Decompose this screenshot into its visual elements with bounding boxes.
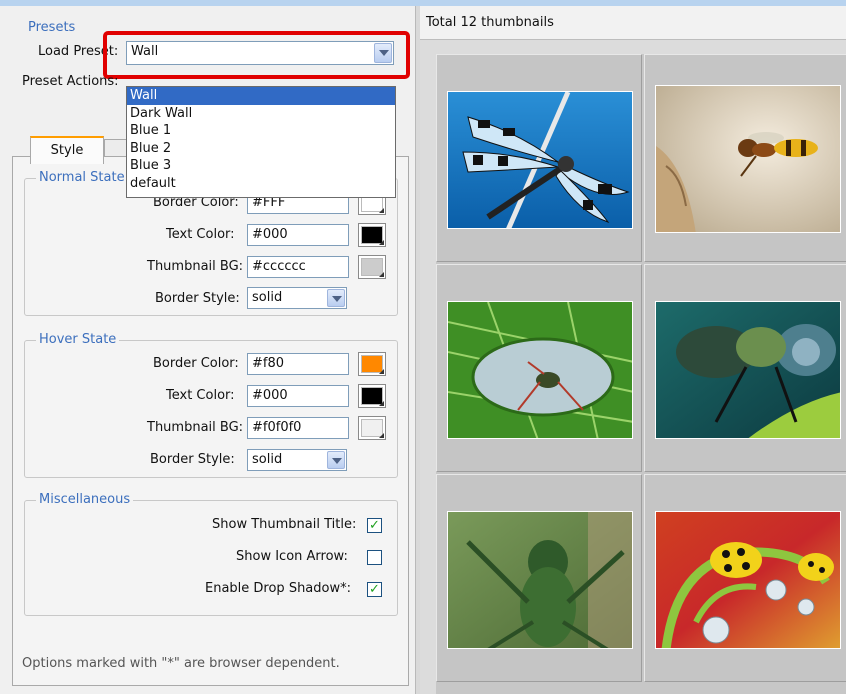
thumbnail-cell-ladybugs[interactable] <box>644 474 846 682</box>
hover-state-title: Hover State <box>36 332 120 347</box>
thumbnail-image-dragonfly-closeup[interactable] <box>655 301 841 439</box>
preset-option-default[interactable]: default <box>127 175 395 193</box>
show-title-label: Show Thumbnail Title: <box>212 517 357 532</box>
thumbnail-cell-grasshopper[interactable] <box>436 474 642 682</box>
normal-thumb-bg-input[interactable]: #cccccc <box>247 256 349 278</box>
drop-shadow-label: Enable Drop Shadow*: <box>205 581 351 596</box>
hover-thumb-bg-input[interactable]: #f0f0f0 <box>247 417 349 439</box>
gallery-panel: Total 12 thumbnails <box>420 6 846 694</box>
hover-border-color-input[interactable]: #f80 <box>247 353 349 375</box>
normal-text-color-input[interactable]: #000 <box>247 224 349 246</box>
show-arrow-checkbox[interactable] <box>367 550 382 565</box>
drop-shadow-checkbox[interactable]: ✓ <box>367 582 382 597</box>
thumbnail-grid <box>436 54 846 694</box>
thumbnail-cell-grasshopper-on-leaf[interactable] <box>436 264 642 472</box>
thumbnail-cell-wasp[interactable] <box>644 54 846 262</box>
show-arrow-label: Show Icon Arrow: <box>236 549 348 564</box>
show-title-checkbox[interactable]: ✓ <box>367 518 382 533</box>
gallery-header: Total 12 thumbnails <box>420 6 846 40</box>
footer-note: Options marked with "*" are browser depe… <box>22 656 340 671</box>
normal-thumb-bg-swatch[interactable] <box>358 255 386 279</box>
hover-border-style-select[interactable]: solid <box>247 449 347 471</box>
misc-title: Miscellaneous <box>36 492 134 507</box>
hover-border-style-label: Border Style: <box>150 452 235 467</box>
thumbnail-image-dragonfly[interactable] <box>447 91 633 229</box>
hover-text-color-swatch[interactable] <box>358 384 386 408</box>
preset-actions-label: Preset Actions: <box>22 74 119 89</box>
hover-thumb-bg-swatch[interactable] <box>358 416 386 440</box>
preset-option-blue-1[interactable]: Blue 1 <box>127 122 395 140</box>
thumbnail-count: Total 12 thumbnails <box>426 15 554 30</box>
preset-option-wall[interactable]: Wall <box>127 87 395 105</box>
preset-dropdown-list: Wall Dark Wall Blue 1 Blue 2 Blue 3 defa… <box>126 86 396 198</box>
normal-border-style-select[interactable]: solid <box>247 287 347 309</box>
settings-panel: Presets Load Preset: Wall Preset Actions… <box>0 6 416 694</box>
hover-border-style-value: solid <box>252 452 283 467</box>
preset-option-dark-wall[interactable]: Dark Wall <box>127 105 395 123</box>
normal-border-style-label: Border Style: <box>155 291 240 306</box>
hover-border-color-swatch[interactable] <box>358 352 386 376</box>
hover-thumb-bg-label: Thumbnail BG: <box>147 420 244 435</box>
preset-option-blue-3[interactable]: Blue 3 <box>127 157 395 175</box>
tab-style[interactable]: Style <box>30 136 104 164</box>
thumbnail-image-wasp[interactable] <box>655 85 841 233</box>
thumbnail-cell-dragonfly-closeup[interactable] <box>644 264 846 472</box>
hover-border-color-label: Border Color: <box>153 356 239 371</box>
thumbnail-image-grasshopper-on-leaf[interactable] <box>447 301 633 439</box>
highlight-box <box>103 31 410 79</box>
presets-group-title: Presets <box>28 20 76 35</box>
thumbnail-cell-dragonfly[interactable] <box>436 54 642 262</box>
normal-border-style-value: solid <box>252 290 283 305</box>
preset-option-blue-2[interactable]: Blue 2 <box>127 140 395 158</box>
chevron-down-icon[interactable] <box>327 451 345 469</box>
normal-text-color-swatch[interactable] <box>358 223 386 247</box>
hover-text-color-input[interactable]: #000 <box>247 385 349 407</box>
thumbnail-image-grasshopper[interactable] <box>447 511 633 649</box>
normal-text-color-label: Text Color: <box>166 227 235 242</box>
thumbnail-image-ladybugs[interactable] <box>655 511 841 649</box>
normal-thumb-bg-label: Thumbnail BG: <box>147 259 244 274</box>
normal-state-title: Normal State <box>36 170 128 185</box>
chevron-down-icon[interactable] <box>327 289 345 307</box>
hover-text-color-label: Text Color: <box>166 388 235 403</box>
